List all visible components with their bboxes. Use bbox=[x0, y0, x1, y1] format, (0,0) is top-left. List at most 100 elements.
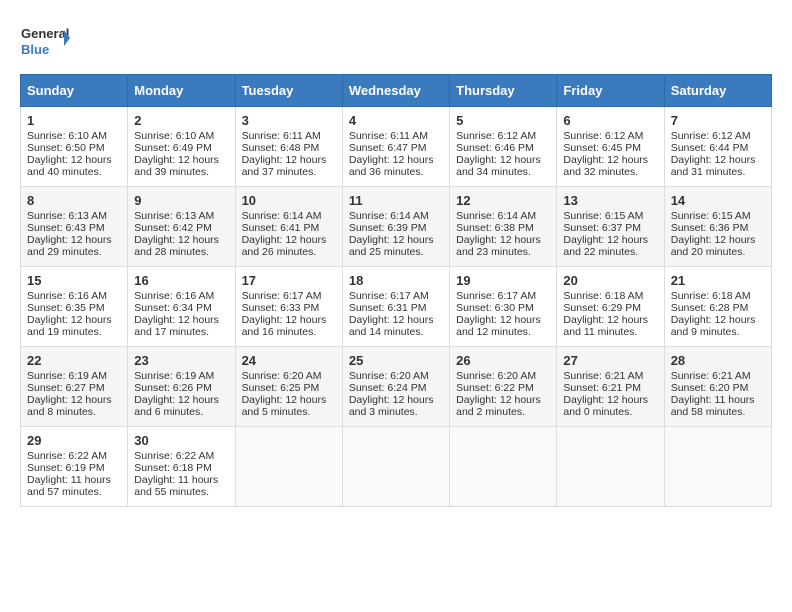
col-header-friday: Friday bbox=[557, 75, 664, 107]
daylight-label: Daylight: 12 hours and 37 minutes. bbox=[242, 154, 327, 178]
day-cell: 15 Sunrise: 6:16 AM Sunset: 6:35 PM Dayl… bbox=[21, 267, 128, 347]
daylight-label: Daylight: 12 hours and 28 minutes. bbox=[134, 234, 219, 258]
sunrise-label: Sunrise: 6:15 AM bbox=[563, 210, 643, 222]
col-header-sunday: Sunday bbox=[21, 75, 128, 107]
day-number: 22 bbox=[27, 353, 121, 368]
day-number: 4 bbox=[349, 113, 443, 128]
sunrise-label: Sunrise: 6:21 AM bbox=[563, 370, 643, 382]
day-number: 2 bbox=[134, 113, 228, 128]
daylight-label: Daylight: 12 hours and 5 minutes. bbox=[242, 394, 327, 418]
daylight-label: Daylight: 12 hours and 16 minutes. bbox=[242, 314, 327, 338]
day-cell: 22 Sunrise: 6:19 AM Sunset: 6:27 PM Dayl… bbox=[21, 347, 128, 427]
sunset-label: Sunset: 6:45 PM bbox=[563, 142, 641, 154]
sunrise-label: Sunrise: 6:11 AM bbox=[349, 130, 428, 142]
sunset-label: Sunset: 6:22 PM bbox=[456, 382, 534, 394]
sunset-label: Sunset: 6:44 PM bbox=[671, 142, 749, 154]
day-number: 30 bbox=[134, 433, 228, 448]
day-number: 11 bbox=[349, 193, 443, 208]
sunrise-label: Sunrise: 6:14 AM bbox=[242, 210, 322, 222]
daylight-label: Daylight: 12 hours and 12 minutes. bbox=[456, 314, 541, 338]
sunset-label: Sunset: 6:42 PM bbox=[134, 222, 212, 234]
week-row-4: 22 Sunrise: 6:19 AM Sunset: 6:27 PM Dayl… bbox=[21, 347, 772, 427]
day-number: 12 bbox=[456, 193, 550, 208]
day-number: 24 bbox=[242, 353, 336, 368]
daylight-label: Daylight: 12 hours and 8 minutes. bbox=[27, 394, 112, 418]
sunset-label: Sunset: 6:26 PM bbox=[134, 382, 212, 394]
sunset-label: Sunset: 6:38 PM bbox=[456, 222, 534, 234]
sunrise-label: Sunrise: 6:16 AM bbox=[27, 290, 107, 302]
sunset-label: Sunset: 6:41 PM bbox=[242, 222, 320, 234]
daylight-label: Daylight: 12 hours and 19 minutes. bbox=[27, 314, 112, 338]
daylight-label: Daylight: 12 hours and 39 minutes. bbox=[134, 154, 219, 178]
day-number: 27 bbox=[563, 353, 657, 368]
sunset-label: Sunset: 6:30 PM bbox=[456, 302, 534, 314]
logo-svg: General Blue bbox=[20, 20, 70, 64]
day-cell: 5 Sunrise: 6:12 AM Sunset: 6:46 PM Dayli… bbox=[450, 107, 557, 187]
day-number: 19 bbox=[456, 273, 550, 288]
sunrise-label: Sunrise: 6:20 AM bbox=[242, 370, 322, 382]
daylight-label: Daylight: 12 hours and 32 minutes. bbox=[563, 154, 648, 178]
svg-text:General: General bbox=[21, 26, 69, 41]
sunrise-label: Sunrise: 6:20 AM bbox=[456, 370, 536, 382]
sunrise-label: Sunrise: 6:18 AM bbox=[563, 290, 643, 302]
sunrise-label: Sunrise: 6:19 AM bbox=[27, 370, 107, 382]
day-number: 20 bbox=[563, 273, 657, 288]
sunset-label: Sunset: 6:34 PM bbox=[134, 302, 212, 314]
day-number: 7 bbox=[671, 113, 765, 128]
day-cell: 14 Sunrise: 6:15 AM Sunset: 6:36 PM Dayl… bbox=[664, 187, 771, 267]
daylight-label: Daylight: 12 hours and 20 minutes. bbox=[671, 234, 756, 258]
day-number: 1 bbox=[27, 113, 121, 128]
day-cell: 4 Sunrise: 6:11 AM Sunset: 6:47 PM Dayli… bbox=[342, 107, 449, 187]
day-cell: 2 Sunrise: 6:10 AM Sunset: 6:49 PM Dayli… bbox=[128, 107, 235, 187]
day-number: 6 bbox=[563, 113, 657, 128]
header-row: SundayMondayTuesdayWednesdayThursdayFrid… bbox=[21, 75, 772, 107]
daylight-label: Daylight: 12 hours and 6 minutes. bbox=[134, 394, 219, 418]
day-number: 5 bbox=[456, 113, 550, 128]
day-cell: 7 Sunrise: 6:12 AM Sunset: 6:44 PM Dayli… bbox=[664, 107, 771, 187]
sunset-label: Sunset: 6:37 PM bbox=[563, 222, 641, 234]
daylight-label: Daylight: 12 hours and 25 minutes. bbox=[349, 234, 434, 258]
daylight-label: Daylight: 12 hours and 2 minutes. bbox=[456, 394, 541, 418]
daylight-label: Daylight: 12 hours and 17 minutes. bbox=[134, 314, 219, 338]
day-number: 17 bbox=[242, 273, 336, 288]
day-number: 29 bbox=[27, 433, 121, 448]
daylight-label: Daylight: 12 hours and 23 minutes. bbox=[456, 234, 541, 258]
sunset-label: Sunset: 6:39 PM bbox=[349, 222, 427, 234]
sunrise-label: Sunrise: 6:10 AM bbox=[27, 130, 107, 142]
sunrise-label: Sunrise: 6:20 AM bbox=[349, 370, 429, 382]
day-number: 9 bbox=[134, 193, 228, 208]
day-cell: 9 Sunrise: 6:13 AM Sunset: 6:42 PM Dayli… bbox=[128, 187, 235, 267]
day-number: 26 bbox=[456, 353, 550, 368]
sunset-label: Sunset: 6:19 PM bbox=[27, 462, 105, 474]
day-cell: 8 Sunrise: 6:13 AM Sunset: 6:43 PM Dayli… bbox=[21, 187, 128, 267]
day-cell: 28 Sunrise: 6:21 AM Sunset: 6:20 PM Dayl… bbox=[664, 347, 771, 427]
sunset-label: Sunset: 6:50 PM bbox=[27, 142, 105, 154]
day-number: 15 bbox=[27, 273, 121, 288]
day-number: 3 bbox=[242, 113, 336, 128]
sunset-label: Sunset: 6:27 PM bbox=[27, 382, 105, 394]
day-number: 21 bbox=[671, 273, 765, 288]
day-cell: 21 Sunrise: 6:18 AM Sunset: 6:28 PM Dayl… bbox=[664, 267, 771, 347]
daylight-label: Daylight: 12 hours and 0 minutes. bbox=[563, 394, 648, 418]
sunset-label: Sunset: 6:43 PM bbox=[27, 222, 105, 234]
day-cell: 11 Sunrise: 6:14 AM Sunset: 6:39 PM Dayl… bbox=[342, 187, 449, 267]
sunset-label: Sunset: 6:18 PM bbox=[134, 462, 212, 474]
daylight-label: Daylight: 12 hours and 31 minutes. bbox=[671, 154, 756, 178]
day-cell bbox=[557, 427, 664, 507]
day-number: 23 bbox=[134, 353, 228, 368]
daylight-label: Daylight: 12 hours and 34 minutes. bbox=[456, 154, 541, 178]
sunset-label: Sunset: 6:35 PM bbox=[27, 302, 105, 314]
day-number: 16 bbox=[134, 273, 228, 288]
daylight-label: Daylight: 11 hours and 55 minutes. bbox=[134, 474, 218, 498]
sunrise-label: Sunrise: 6:18 AM bbox=[671, 290, 751, 302]
sunrise-label: Sunrise: 6:13 AM bbox=[134, 210, 214, 222]
col-header-saturday: Saturday bbox=[664, 75, 771, 107]
day-cell: 30 Sunrise: 6:22 AM Sunset: 6:18 PM Dayl… bbox=[128, 427, 235, 507]
daylight-label: Daylight: 11 hours and 58 minutes. bbox=[671, 394, 755, 418]
sunrise-label: Sunrise: 6:17 AM bbox=[456, 290, 536, 302]
sunrise-label: Sunrise: 6:19 AM bbox=[134, 370, 214, 382]
sunrise-label: Sunrise: 6:12 AM bbox=[456, 130, 536, 142]
sunset-label: Sunset: 6:28 PM bbox=[671, 302, 749, 314]
day-cell: 25 Sunrise: 6:20 AM Sunset: 6:24 PM Dayl… bbox=[342, 347, 449, 427]
daylight-label: Daylight: 12 hours and 36 minutes. bbox=[349, 154, 434, 178]
